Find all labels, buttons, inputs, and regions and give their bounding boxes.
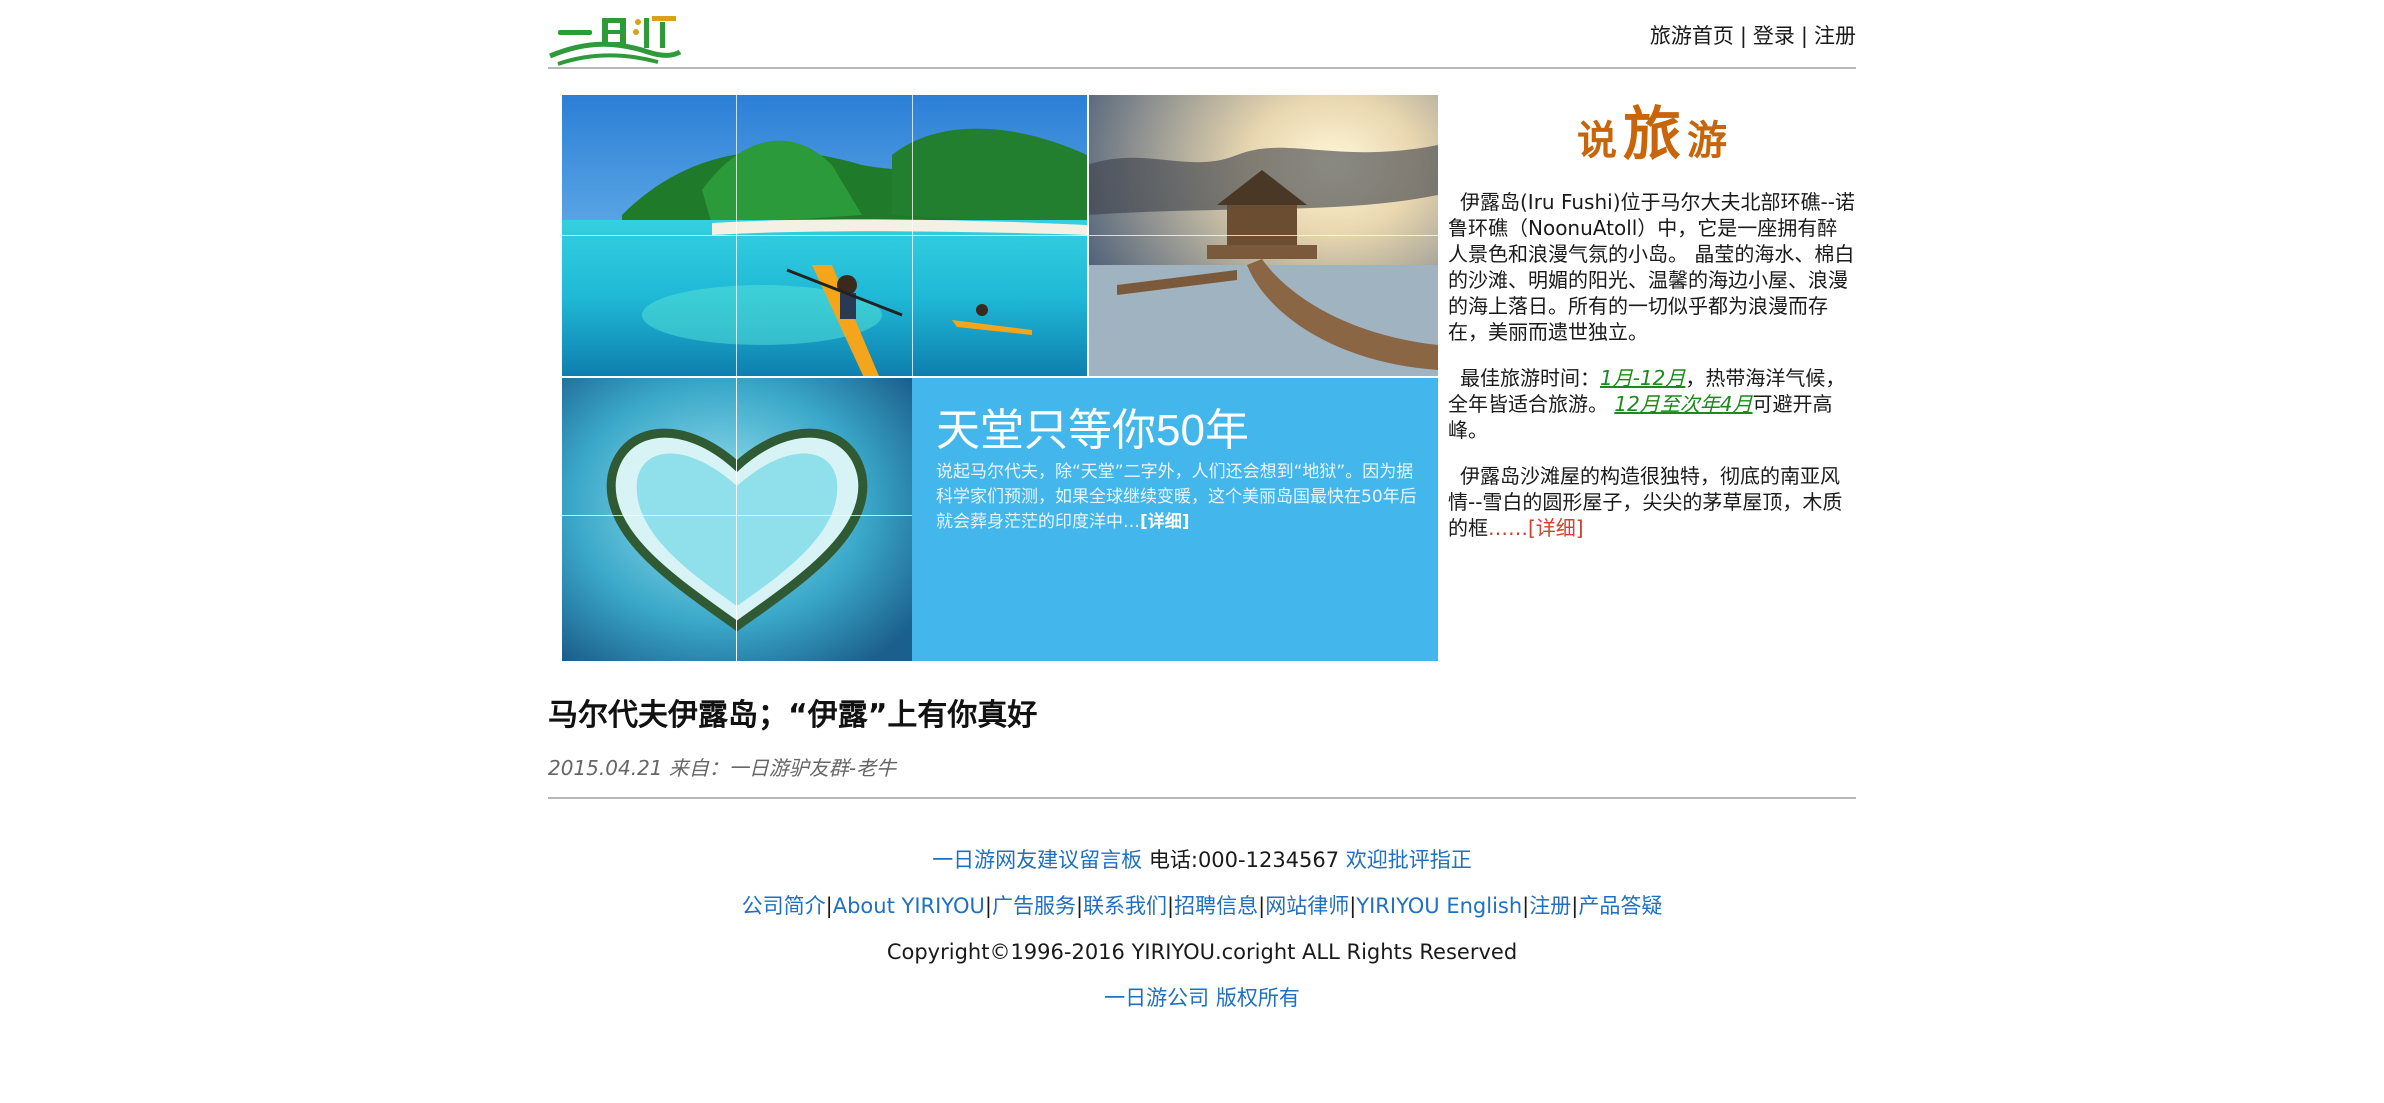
site-logo[interactable]	[548, 12, 682, 86]
footer-link-ads[interactable]: 广告服务	[992, 894, 1076, 918]
hero-banner[interactable]: 天堂只等你50年 说起马尔代夫，除“天堂”二字外，人们还会想到“地狱”。因为据科…	[562, 95, 1438, 661]
article-title[interactable]: 马尔代夫伊露岛；“伊露”上有你真好	[548, 690, 1037, 734]
nav-register-link[interactable]: 注册	[1814, 24, 1856, 48]
side-title-char: 说	[1576, 117, 1617, 164]
nav-separator: |	[1800, 24, 1808, 48]
footer-link-jobs[interactable]: 招聘信息	[1174, 894, 1258, 918]
season-highlight-all-year: 1月-12月	[1600, 366, 1686, 390]
footer-link-lawyer[interactable]: 网站律师	[1265, 894, 1349, 918]
footer-link-english[interactable]: YIRIYOU English	[1356, 894, 1522, 918]
hero-text-panel: 天堂只等你50年 说起马尔代夫，除“天堂”二字外，人们还会想到“地狱”。因为据科…	[912, 376, 1438, 661]
season-label: 最佳旅游时间：	[1460, 366, 1600, 390]
grid-line	[736, 376, 737, 661]
nav-home-link[interactable]: 旅游首页	[1650, 24, 1734, 48]
side-panel: 说旅游 伊露岛(Iru Fushi)位于马尔大夫北部环礁--诺鲁环礁（Noonu…	[1448, 95, 1856, 561]
footer-link-contact[interactable]: 联系我们	[1083, 894, 1167, 918]
page: 旅游首页 | 登录 | 注册 天堂只等你50年 说起马尔代夫，除“天堂”二字外，…	[548, 0, 1856, 1010]
footer-links-row: 公司简介|About YIRIYOU|广告服务|联系我们|招聘信息|网站律师|Y…	[741, 894, 1663, 918]
hero-more-link[interactable]: [详细]	[1140, 512, 1190, 532]
side-paragraph-season: 最佳旅游时间：1月-12月，热带海洋气候，全年皆适合旅游。 12月至次年4月可避…	[1448, 365, 1856, 443]
top-nav: 旅游首页 | 登录 | 注册	[1650, 20, 1856, 50]
footer-link-about-en[interactable]: About YIRIYOU	[833, 894, 985, 918]
phone-text: 电话:000-1234567	[1142, 848, 1346, 872]
footer-link-register[interactable]: 注册	[1529, 894, 1571, 918]
side-more-link[interactable]: [详细]	[1528, 516, 1584, 540]
side-title-char: 游	[1687, 117, 1727, 164]
grid-line	[562, 376, 1438, 378]
footer-contact-row: 一日游网友建议留言板 电话:000-1234567 欢迎批评指正	[548, 840, 1856, 886]
feedback-link[interactable]: 欢迎批评指正	[1346, 848, 1472, 872]
nav-login-link[interactable]: 登录	[1753, 24, 1795, 48]
heart-atoll-photo	[562, 376, 912, 661]
owner-link[interactable]: 一日游公司 版权所有	[1104, 986, 1300, 1010]
copyright-text: Copyright©1996-2016 YIRIYOU.coright ALL …	[886, 940, 1518, 964]
grid-line	[562, 515, 912, 516]
footer-link-faq[interactable]: 产品答疑	[1578, 894, 1662, 918]
footer-link-about[interactable]: 公司简介	[742, 894, 826, 918]
article-meta: 2015.04.21 来自：一日游驴友群-老牛	[548, 756, 897, 780]
side-paragraph-intro: 伊露岛(Iru Fushi)位于马尔大夫北部环礁--诺鲁环礁（NoonuAtol…	[1448, 190, 1855, 344]
nav-separator: |	[1739, 24, 1747, 48]
villa-ellipsis: ……	[1488, 516, 1528, 540]
hero-headline: 天堂只等你50年	[936, 406, 1249, 455]
side-paragraph-villa: 伊露岛沙滩屋的构造很独特，彻底的南亚风情--雪白的圆形屋子，尖尖的茅草屋顶，木质…	[1448, 463, 1856, 541]
grid-line	[562, 235, 1438, 236]
season-highlight-peak: 12月至次年4月	[1614, 392, 1753, 416]
hero-body: 说起马尔代夫，除“天堂”二字外，人们还会想到“地狱”。因为据科学家们预测，如果全…	[936, 460, 1418, 535]
side-title-char: 旅	[1622, 100, 1681, 168]
header: 旅游首页 | 登录 | 注册	[548, 0, 1856, 69]
divider	[548, 797, 1856, 799]
footer-owner-row: 一日游公司 版权所有	[548, 978, 1856, 1024]
side-title: 说旅游	[1448, 105, 1856, 163]
footer: 一日游网友建议留言板 电话:000-1234567 欢迎批评指正 公司简介|Ab…	[548, 840, 1856, 1024]
guestbook-link[interactable]: 一日游网友建议留言板	[932, 848, 1142, 872]
